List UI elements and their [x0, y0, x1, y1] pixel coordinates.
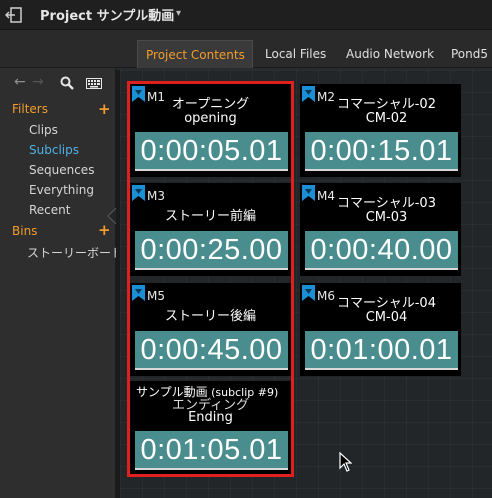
selection-outline: [127, 81, 294, 477]
clip-subtitle: CM-03: [365, 210, 408, 225]
clip-timecode: 0:00:15.01: [305, 132, 458, 171]
bin-item-storyboard[interactable]: ストーリーボード: [27, 244, 123, 261]
sidebar: ← → Filters + Clips Subclips Sequences E…: [0, 68, 123, 498]
clip-title: コマーシャル-02: [337, 97, 436, 112]
project-title[interactable]: Project サンプル動画: [40, 5, 174, 24]
filter-item-sequences[interactable]: Sequences: [29, 163, 94, 177]
title-bar: Project サンプル動画 ▾: [0, 0, 492, 30]
add-bin-plus-icon[interactable]: +: [98, 223, 111, 238]
bins-heading: Bins: [12, 224, 38, 238]
mouse-cursor-icon: [339, 452, 352, 472]
clip-subtitle: CM-04: [365, 310, 408, 325]
filter-item-recent[interactable]: Recent: [29, 203, 70, 217]
forward-arrow-icon[interactable]: →: [32, 74, 44, 90]
clip-tile-m2[interactable]: M2 コマーシャル-02 CM-02 0:00:15.01: [300, 84, 461, 177]
filter-item-everything[interactable]: Everything: [29, 183, 94, 197]
tab-local-files[interactable]: Local Files: [257, 40, 334, 68]
clip-subtitle: CM-02: [365, 111, 408, 126]
clip-title: コマーシャル-03: [337, 196, 436, 211]
filter-item-subclips[interactable]: Subclips: [29, 143, 79, 157]
exit-icon[interactable]: [5, 6, 23, 24]
project-menu-caret-icon[interactable]: ▾: [176, 8, 181, 19]
clip-tile-m6[interactable]: M6 コマーシャル-04 CM-04 0:01:00.01: [300, 283, 461, 376]
back-arrow-icon[interactable]: ←: [14, 74, 26, 90]
filter-item-clips[interactable]: Clips: [29, 123, 58, 137]
browser-tab-bar: Project Contents Local Files Audio Netwo…: [0, 30, 492, 68]
filters-heading: Filters: [12, 102, 48, 116]
search-icon[interactable]: [60, 76, 74, 90]
keyboard-icon[interactable]: [86, 78, 102, 89]
clip-title: コマーシャル-04: [337, 296, 436, 311]
clip-tile-m4[interactable]: M4 コマーシャル-03 CM-03 0:00:40.00: [300, 183, 461, 276]
clip-timecode: 0:01:00.01: [305, 331, 458, 370]
sidebar-toolbar: ← →: [0, 74, 116, 94]
tab-pond5[interactable]: Pond5: [443, 40, 492, 68]
tab-project-contents[interactable]: Project Contents: [137, 40, 253, 68]
clip-timecode: 0:00:40.00: [305, 231, 458, 270]
tab-audio-network[interactable]: Audio Network: [338, 40, 442, 68]
add-filter-plus-icon[interactable]: +: [98, 102, 111, 117]
